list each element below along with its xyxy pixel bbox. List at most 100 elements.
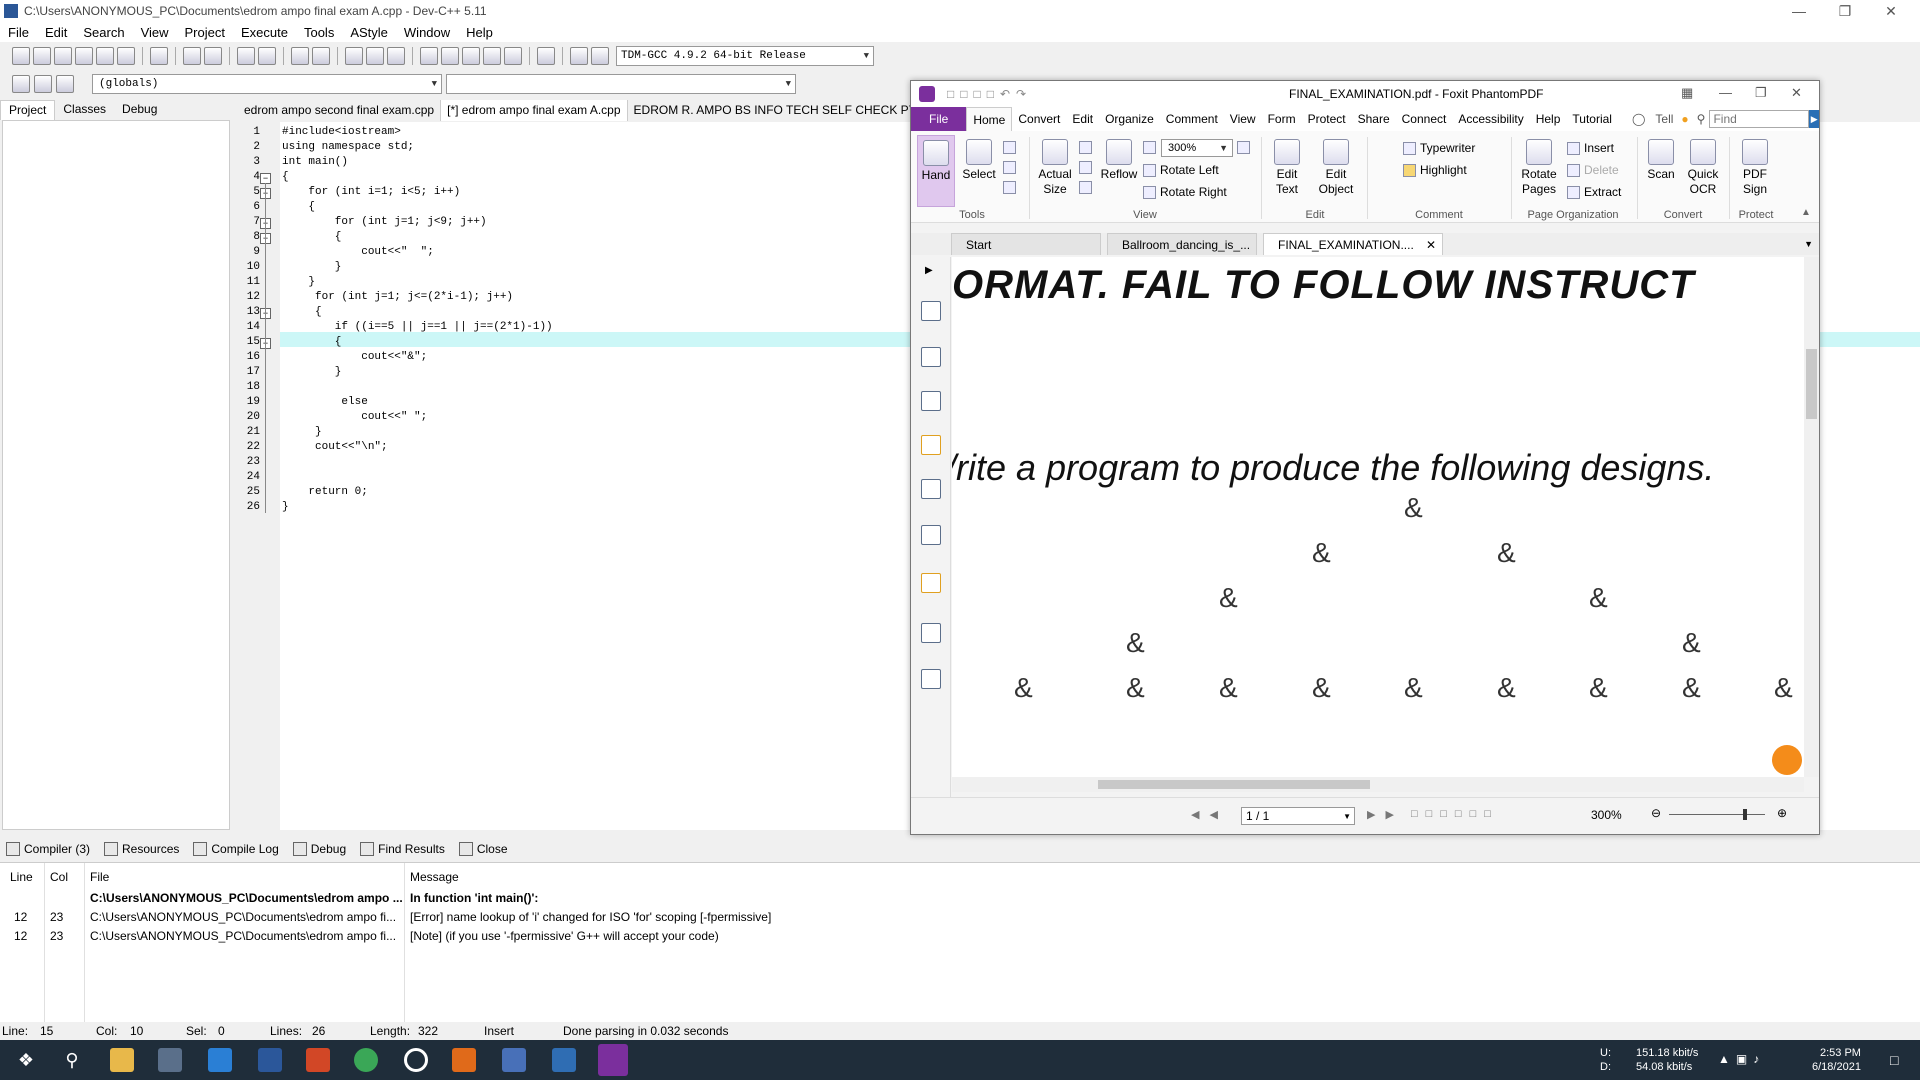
content-icon[interactable] xyxy=(921,623,941,643)
editor-tab[interactable]: edrom ampo second final exam.cpp xyxy=(238,100,442,121)
restore-icon[interactable]: ❐ xyxy=(1822,0,1868,22)
pages-icon[interactable] xyxy=(921,347,941,367)
code-line[interactable]: for (int j=1; j<9; j++) xyxy=(282,216,487,228)
run-icon[interactable] xyxy=(441,47,459,65)
app-icon[interactable] xyxy=(452,1048,476,1072)
menu-search[interactable]: Search xyxy=(75,25,132,40)
close-all-icon[interactable] xyxy=(117,47,135,65)
find-next-icon[interactable]: ▶ xyxy=(1809,110,1819,128)
undo-icon[interactable] xyxy=(183,47,201,65)
replace-icon[interactable] xyxy=(258,47,276,65)
zoom-in-icon[interactable] xyxy=(1237,141,1250,154)
code-line[interactable]: cout<<"&"; xyxy=(282,351,427,363)
signature-icon[interactable] xyxy=(921,525,941,545)
hand-tool-button[interactable]: Hand xyxy=(917,135,955,207)
rebuild-icon[interactable] xyxy=(483,47,501,65)
minimize-icon[interactable]: — xyxy=(1719,85,1732,100)
toggle-icon[interactable] xyxy=(34,75,52,93)
tab-debug-bottom[interactable]: Debug xyxy=(292,842,346,856)
redo-icon[interactable] xyxy=(204,47,222,65)
compile-icon[interactable] xyxy=(420,47,438,65)
search-icon[interactable]: ⚲ xyxy=(60,1048,84,1072)
rotate-pages-button[interactable]: Rotate Pages xyxy=(1517,139,1561,197)
menu-project[interactable]: Project xyxy=(177,25,233,40)
comments-icon[interactable] xyxy=(921,435,941,455)
code-line[interactable]: cout<<"\n"; xyxy=(282,441,388,453)
ribbon-tab-convert[interactable]: Convert xyxy=(1012,107,1066,131)
profile-icon[interactable] xyxy=(570,47,588,65)
zoom-select[interactable]: 300% ▼ xyxy=(1161,139,1233,157)
check-syntax-icon[interactable] xyxy=(504,47,522,65)
help-chat-icon[interactable] xyxy=(1772,745,1802,775)
compile-run-icon[interactable] xyxy=(462,47,480,65)
chrome-icon[interactable] xyxy=(354,1048,378,1072)
quick-access-icons[interactable]: □□□□↶↷ xyxy=(947,87,1032,101)
fit-page-icon[interactable] xyxy=(1079,141,1092,154)
restore-icon[interactable]: ❐ xyxy=(1755,85,1767,101)
tab-compiler[interactable]: Compiler (3) xyxy=(6,842,90,856)
pdf-page-view[interactable]: ORMAT. FAIL TO FOLLOW INSTRUCT /rite a p… xyxy=(952,257,1804,777)
menu-edit[interactable]: Edit xyxy=(37,25,75,40)
save-all-icon[interactable] xyxy=(75,47,93,65)
code-line[interactable]: for (int j=1; j<=(2*i-1); j++) xyxy=(282,291,513,303)
goto-icon[interactable] xyxy=(56,75,74,93)
scope-select[interactable]: (globals) ▼ xyxy=(92,74,442,94)
back-icon[interactable] xyxy=(345,47,363,65)
tab-find-results[interactable]: Find Results xyxy=(360,842,445,856)
code-line[interactable]: } xyxy=(282,366,342,378)
vertical-scroll-thumb[interactable] xyxy=(1806,349,1817,419)
code-line[interactable]: if ((i==5 || j==1 || j==(2*1)-1)) xyxy=(282,321,553,333)
tab-compile-log[interactable]: Compile Log xyxy=(193,842,279,856)
horizontal-scrollbar[interactable] xyxy=(952,777,1804,792)
code-line[interactable]: { xyxy=(282,201,315,213)
insert-button[interactable]: Insert xyxy=(1567,141,1614,155)
lock-icon[interactable] xyxy=(921,573,941,593)
code-line[interactable]: cout<<" "; xyxy=(282,411,427,423)
print-icon[interactable] xyxy=(150,47,168,65)
quick-ocr-button[interactable]: Quick OCR xyxy=(1683,139,1723,197)
rotate-left-button[interactable]: Rotate Left xyxy=(1143,163,1219,177)
ribbon-tab-edit[interactable]: Edit xyxy=(1066,107,1099,131)
debug-icon[interactable] xyxy=(591,47,609,65)
bookmark-icon[interactable] xyxy=(387,47,405,65)
zoom-out-icon[interactable]: ⊖ xyxy=(1651,806,1661,820)
ribbon-tab-file[interactable]: File xyxy=(911,107,967,131)
editor-tab[interactable]: EDROM R. AMPO BS INFO TECH SELF CHECK PY… xyxy=(628,100,910,121)
fit-visible-icon[interactable] xyxy=(1079,181,1092,194)
close-file-icon[interactable] xyxy=(96,47,114,65)
open-icon[interactable] xyxy=(33,47,51,65)
zoom-slider-handle[interactable] xyxy=(1743,809,1747,820)
tab-list-icon[interactable]: ▼ xyxy=(1804,233,1813,255)
ribbon-tab-organize[interactable]: Organize xyxy=(1099,107,1160,131)
menu-window[interactable]: Window xyxy=(396,25,458,40)
vertical-scrollbar[interactable] xyxy=(1804,257,1819,777)
menu-file[interactable]: File xyxy=(0,25,37,40)
zoom-slider[interactable] xyxy=(1669,814,1765,815)
clock-date[interactable]: 6/18/2021 xyxy=(1812,1061,1861,1073)
compiler-select[interactable]: TDM-GCC 4.9.2 64-bit Release ▼ xyxy=(616,46,874,66)
code-line[interactable]: for (int i=1; i<5; i++) xyxy=(282,186,460,198)
code-line[interactable]: } xyxy=(282,501,289,513)
code-line[interactable]: { xyxy=(282,336,342,348)
table-row[interactable]: 12 23 C:\Users\ANONYMOUS_PC\Documents\ed… xyxy=(0,907,1920,926)
find-input[interactable] xyxy=(1709,110,1810,128)
code-line[interactable]: cout<<" "; xyxy=(282,246,434,258)
indent-icon[interactable] xyxy=(291,47,309,65)
horizontal-scroll-thumb[interactable] xyxy=(1098,780,1370,789)
scan-button[interactable]: Scan xyxy=(1641,139,1681,182)
tell-me[interactable]: Tell xyxy=(1651,107,1677,131)
edit-text-button[interactable]: Edit Text xyxy=(1267,139,1307,197)
stop-icon[interactable] xyxy=(537,47,555,65)
view-mode-icons[interactable]: □□□□□□ xyxy=(1411,808,1499,820)
code-line[interactable]: } xyxy=(282,276,315,288)
editor-tab-active[interactable]: [*] edrom ampo final exam A.cpp xyxy=(441,100,628,121)
forward-icon[interactable] xyxy=(366,47,384,65)
word-icon[interactable] xyxy=(258,1048,282,1072)
notifications-icon[interactable]: □ xyxy=(1890,1052,1898,1068)
code-line[interactable]: { xyxy=(282,306,322,318)
code-line[interactable]: int main() xyxy=(282,156,348,168)
layers-icon[interactable] xyxy=(921,391,941,411)
tab-close[interactable]: Close xyxy=(458,842,508,856)
table-row[interactable]: C:\Users\ANONYMOUS_PC\Documents\edrom am… xyxy=(0,888,1920,907)
snapshot-icon[interactable] xyxy=(1003,141,1016,154)
